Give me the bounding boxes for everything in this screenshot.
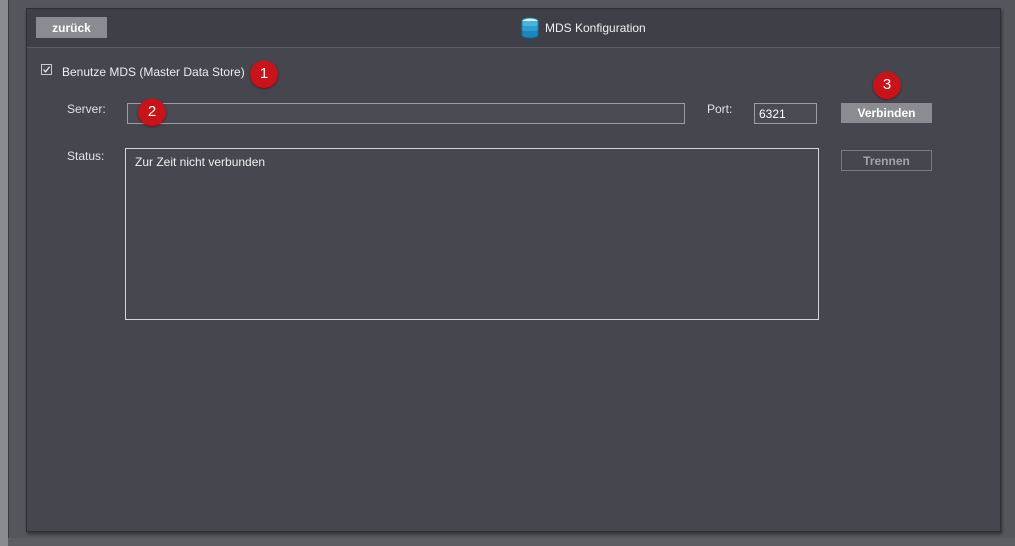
database-icon — [521, 17, 539, 39]
connect-button[interactable]: Verbinden — [841, 103, 932, 123]
back-button[interactable]: zurück — [36, 17, 107, 38]
status-textarea: Zur Zeit nicht verbunden — [125, 148, 819, 320]
port-label: Port: — [707, 102, 733, 116]
panel-header: zurück MDS Konfiguration — [27, 9, 1000, 48]
use-mds-checkbox[interactable] — [41, 64, 52, 75]
title-group: MDS Konfiguration — [521, 17, 646, 39]
status-label: Status: — [67, 149, 105, 163]
annotation-badge-3: 3 — [873, 71, 901, 99]
left-edge-strip — [0, 0, 9, 546]
annotation-badge-2: 2 — [138, 98, 166, 126]
page-title: MDS Konfiguration — [545, 21, 646, 35]
mds-config-panel: zurück MDS Konfiguration Benutze MDS (Ma… — [26, 8, 1001, 532]
disconnect-button: Trennen — [841, 150, 932, 171]
bottom-edge-strip — [8, 538, 1015, 546]
checkmark-icon — [43, 66, 51, 73]
annotation-badge-1: 1 — [250, 60, 278, 88]
status-text: Zur Zeit nicht verbunden — [135, 155, 266, 169]
server-label: Server: — [67, 102, 106, 116]
server-input[interactable] — [127, 103, 685, 124]
use-mds-label: Benutze MDS (Master Data Store) — [62, 65, 245, 79]
port-input[interactable] — [754, 103, 817, 124]
